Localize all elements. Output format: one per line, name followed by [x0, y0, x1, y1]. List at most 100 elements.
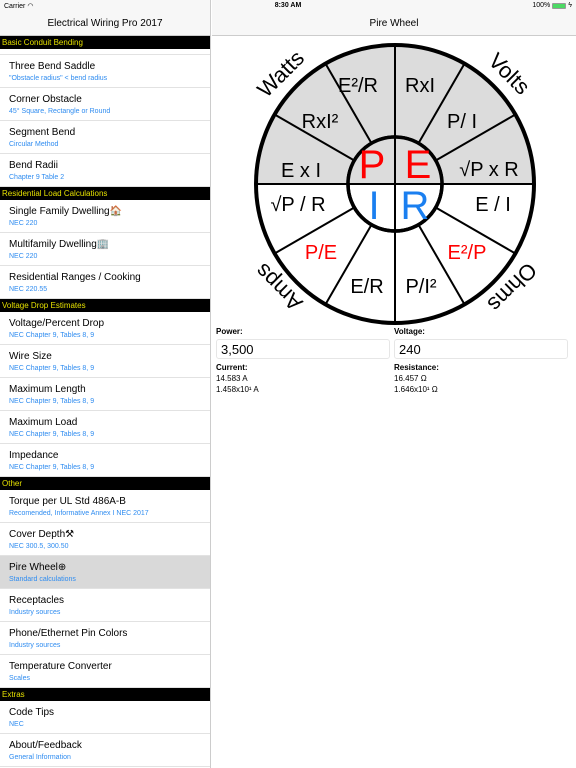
menu-item[interactable]: Maximum Length NEC Chapter 9, Tables 8, 9	[0, 378, 210, 411]
menu-list[interactable]: Basic Conduit Bending Three Bend Saddle "O…	[0, 36, 210, 767]
power-label: Power:	[216, 327, 243, 336]
menu-item-subtitle: NEC 220	[9, 253, 38, 260]
menu-item[interactable]: Phone/Ethernet Pin Colors Industry source…	[0, 622, 210, 655]
menu-item-subtitle: Standard calculations	[9, 576, 76, 583]
menu-item-title: Phone/Ethernet Pin Colors	[9, 628, 128, 639]
detail-pane: Pire Wheel P E I R E x I RxI² E²/R RxI P…	[212, 0, 576, 768]
resistance-value: 16.457 Ω	[394, 374, 427, 383]
menu-item-title: Code Tips	[9, 707, 55, 718]
menu-item-subtitle: NEC Chapter 9, Tables 8, 9	[9, 431, 95, 438]
app-title: Electrical Wiring Pro 2017	[47, 18, 163, 29]
menu-item-subtitle: NEC Chapter 9, Tables 8, 9	[9, 332, 95, 339]
menu-item[interactable]: Corner Obstacle 45° Square, Rectangle or …	[0, 88, 210, 121]
menu-item-subtitle: NEC Chapter 9, Tables 8, 9	[9, 365, 95, 372]
menu-item[interactable]: Receptacles Industry sources	[0, 589, 210, 622]
formula-i1: E/R	[350, 276, 383, 298]
resistance-sci-value: 1.646x10¹ Ω	[394, 385, 438, 394]
section-header: Extras	[0, 688, 210, 701]
formula-e3: √P x R	[459, 159, 519, 181]
formula-i2: P/E	[305, 242, 337, 264]
formula-r3: P/I²	[405, 276, 436, 298]
menu-item-subtitle: NEC 220	[9, 220, 38, 227]
menu-item-title: Torque per UL Std 486A-B	[9, 496, 126, 507]
current-sci-value: 1.458x10¹ A	[216, 385, 259, 394]
menu-item-title: Pire Wheel⊕	[9, 562, 67, 573]
menu-item-subtitle: NEC 300.5, 300.50	[9, 543, 69, 550]
right-column: Voltage: 240 Resistance: 16.457 Ω 1.646x…	[394, 327, 568, 396]
menu-item-subtitle: 45° Square, Rectangle or Round	[9, 108, 111, 115]
menu-item[interactable]: Voltage/Percent Drop NEC Chapter 9, Table…	[0, 312, 210, 345]
menu-item[interactable]: Segment Bend Circular Method	[0, 121, 210, 154]
menu-item-subtitle: NEC Chapter 9, Tables 8, 9	[9, 464, 95, 471]
menu-item[interactable]: Code Tips NEC	[0, 701, 210, 734]
menu-item[interactable]: Impedance NEC Chapter 9, Tables 8, 9	[0, 444, 210, 477]
section-header: Voltage Drop Estimates	[0, 299, 210, 312]
menu-item[interactable]: Single Family Dwelling🏠 NEC 220	[0, 200, 210, 233]
formula-p3: E²/R	[338, 75, 378, 97]
menu-item-title: Temperature Converter	[9, 661, 112, 672]
menu-item-subtitle: NEC Chapter 9, Tables 8, 9	[9, 398, 95, 405]
charging-icon: ϟ	[568, 2, 572, 9]
menu-item[interactable]: Maximum Load NEC Chapter 9, Tables 8, 9	[0, 411, 210, 444]
menu-item-title: Maximum Load	[9, 417, 78, 428]
menu-item[interactable]: Cover Depth⚒ NEC 300.5, 300.50	[0, 523, 210, 556]
menu-item[interactable]: Wire Size NEC Chapter 9, Tables 8, 9	[0, 345, 210, 378]
master-pane: Electrical Wiring Pro 2017 Basic Conduit…	[0, 0, 211, 768]
menu-item-title: Single Family Dwelling🏠	[9, 206, 123, 217]
menu-item-title: Corner Obstacle	[9, 94, 82, 105]
section-header: Residential Load Calculations	[0, 187, 210, 200]
center-e: E	[405, 143, 432, 187]
menu-item-subtitle: General Information	[9, 754, 71, 761]
menu-item-title: Multifamily Dwelling🏢	[9, 239, 110, 250]
resistance-label: Resistance:	[394, 363, 439, 372]
menu-item-subtitle: Circular Method	[9, 141, 59, 148]
menu-item-title: Impedance	[9, 450, 59, 461]
pire-wheel: P E I R E x I RxI² E²/R RxI P/ I √P x R …	[250, 43, 542, 325]
battery-icon	[552, 2, 567, 9]
formula-r2: E²/P	[448, 242, 487, 264]
menu-item-title: Receptacles	[9, 595, 65, 606]
center-p: P	[359, 143, 386, 187]
status-bar: Carrier ◠ 8:30 AM 100% ϟ	[0, 0, 576, 12]
menu-item-subtitle: NEC 220.55	[9, 286, 48, 293]
menu-item-title: Bend Radii	[9, 160, 58, 171]
menu-item-title: Wire Size	[9, 351, 52, 362]
battery-percent: 100%	[532, 2, 551, 9]
menu-item[interactable]: Torque per UL Std 486A-B Recomended, Info…	[0, 490, 210, 523]
section-header: Basic Conduit Bending	[0, 36, 210, 49]
left-column: Power: 3,500 Current: 14.583 A 1.458x10¹…	[216, 327, 390, 396]
menu-item[interactable]: Pire Wheel⊕ Standard calculations	[0, 556, 210, 589]
section-header: Other	[0, 477, 210, 490]
menu-item-title: Cover Depth⚒	[9, 529, 75, 540]
menu-item-title: Three Bend Saddle	[9, 61, 96, 72]
menu-item-subtitle: Industry sources	[9, 609, 61, 616]
menu-item-subtitle: Recomended, Informative Annex I NEC 2017	[9, 510, 149, 517]
battery-fill	[553, 3, 566, 8]
formula-p1: E x I	[281, 160, 321, 182]
menu-item-subtitle: "Obstacle radius" < bend radius	[9, 75, 108, 82]
menu-item[interactable]: Three Bend Saddle "Obstacle radius" < ben…	[0, 55, 210, 88]
menu-item[interactable]: Multifamily Dwelling🏢 NEC 220	[0, 233, 210, 266]
center-r: R	[401, 184, 430, 228]
menu-item-title: Voltage/Percent Drop	[9, 318, 105, 329]
menu-item-title: About/Feedback	[9, 740, 82, 751]
menu-item-subtitle: Industry sources	[9, 642, 61, 649]
menu-item[interactable]: Residential Ranges / Cooking NEC 220.55	[0, 266, 210, 299]
menu-item[interactable]: Bend Radii Chapter 9 Table 2	[0, 154, 210, 187]
current-label: Current:	[216, 363, 248, 372]
menu-item[interactable]: About/Feedback General Information	[0, 734, 210, 767]
menu-item[interactable]: Temperature Converter Scales	[0, 655, 210, 688]
clock: 8:30 AM	[274, 2, 302, 9]
voltage-input[interactable]: 240	[394, 339, 568, 359]
formula-r1: E / I	[475, 194, 511, 216]
formula-i3: √P / R	[270, 194, 325, 216]
menu-item-subtitle: Scales	[9, 675, 31, 682]
menu-item-title: Segment Bend	[9, 127, 76, 138]
menu-item-subtitle: Chapter 9 Table 2	[9, 174, 65, 181]
power-input[interactable]: 3,500	[216, 339, 390, 359]
formula-e2: P/ I	[447, 111, 477, 133]
voltage-label: Voltage:	[394, 327, 425, 336]
current-value: 14.583 A	[216, 374, 248, 383]
detail-title: Pire Wheel	[369, 18, 419, 29]
formula-p2: RxI²	[302, 111, 339, 133]
